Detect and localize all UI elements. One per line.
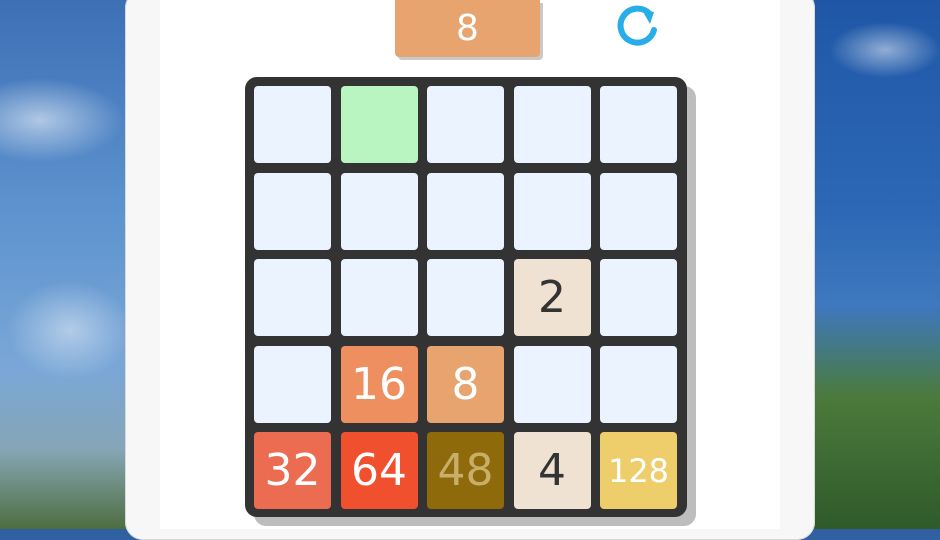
empty-cell[interactable] xyxy=(600,259,677,336)
empty-cell[interactable] xyxy=(254,259,331,336)
empty-cell[interactable] xyxy=(600,345,677,423)
empty-cell[interactable] xyxy=(427,172,504,250)
empty-cell[interactable] xyxy=(340,172,418,250)
tile-4[interactable]: 4 xyxy=(513,432,591,509)
tile-16[interactable]: 16 xyxy=(340,345,418,423)
empty-cell[interactable] xyxy=(254,86,331,163)
background-right xyxy=(815,0,940,529)
empty-cell[interactable] xyxy=(340,86,418,163)
game-board: 2 16 8 32 64 48 4 128 xyxy=(245,77,687,517)
tile-8[interactable]: 8 xyxy=(427,345,504,423)
tile-64[interactable]: 64 xyxy=(340,432,418,509)
empty-cell[interactable] xyxy=(340,259,418,336)
next-tile: 8 xyxy=(395,0,540,57)
empty-cell[interactable] xyxy=(513,345,591,423)
empty-cell[interactable] xyxy=(600,172,677,250)
empty-cell[interactable] xyxy=(254,345,331,423)
tile-48[interactable]: 48 xyxy=(427,432,504,509)
empty-cell[interactable] xyxy=(254,172,331,250)
empty-cell[interactable] xyxy=(513,172,591,250)
refresh-icon xyxy=(617,5,657,46)
tile-2[interactable]: 2 xyxy=(513,259,591,336)
empty-cell[interactable] xyxy=(600,86,677,163)
empty-cell[interactable] xyxy=(427,86,504,163)
empty-cell[interactable] xyxy=(427,259,504,336)
background-left xyxy=(0,0,130,529)
empty-cell[interactable] xyxy=(513,86,591,163)
tile-128[interactable]: 128 xyxy=(600,432,677,509)
refresh-button[interactable] xyxy=(610,0,666,56)
tile-32[interactable]: 32 xyxy=(254,432,331,509)
